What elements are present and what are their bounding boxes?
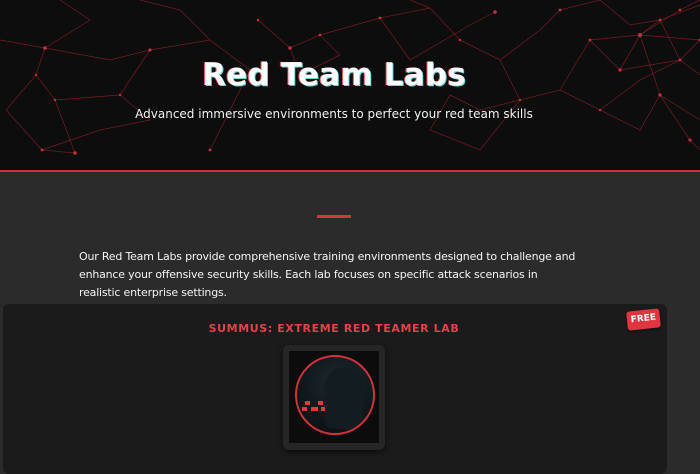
hero-banner: Red Team Labs Advanced immersive environ… — [0, 0, 700, 172]
logo-pixel — [311, 407, 318, 411]
free-badge: FREE — [626, 308, 661, 331]
lab-card-title[interactable]: SUMMUS: EXTREME RED TEAMER LAB — [0, 322, 668, 335]
logo-pixel — [318, 401, 323, 405]
hood-silhouette — [325, 367, 363, 429]
section-divider — [317, 215, 351, 218]
intro-paragraph: Our Red Team Labs provide comprehensive … — [79, 250, 576, 299]
page-title: Red Team Labs — [202, 57, 466, 93]
logo-pixel — [321, 407, 325, 411]
hooded-figure-logo-icon — [295, 355, 375, 435]
logo-pixel — [302, 407, 307, 411]
page-subtitle: Advanced immersive environments to perfe… — [135, 107, 533, 121]
logo-pixel — [305, 401, 310, 405]
